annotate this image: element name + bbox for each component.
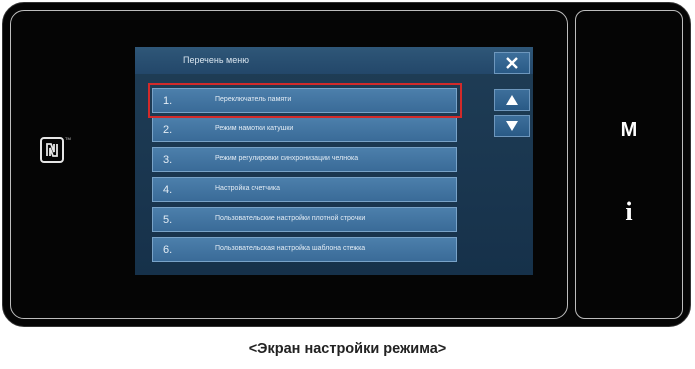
- menu-title: Перечень меню: [183, 55, 249, 65]
- menu-item-6[interactable]: 6. Пользовательская настройка шаблона ст…: [152, 237, 457, 262]
- side-key-panel: M i: [575, 10, 683, 319]
- scroll-down-button[interactable]: [494, 115, 530, 137]
- item-number: 3.: [163, 154, 173, 166]
- selection-highlight: [148, 83, 462, 118]
- close-icon: [506, 57, 518, 69]
- nfc-icon: [40, 137, 64, 163]
- menu-header: Перечень меню: [135, 47, 533, 74]
- menu-item-5[interactable]: 5. Пользовательские настройки плотной ст…: [152, 207, 457, 232]
- item-number: 6.: [163, 244, 173, 256]
- item-label: Настройка счетчика: [215, 185, 281, 192]
- info-key-button[interactable]: i: [576, 197, 682, 227]
- m-key-button[interactable]: M: [576, 119, 682, 142]
- item-label: Режим регулировки синхронизации челнока: [215, 155, 359, 162]
- menu-item-4[interactable]: 4. Настройка счетчика: [152, 177, 457, 202]
- menu-item-2[interactable]: 2. Режим намотки катушки: [152, 117, 457, 142]
- arrow-down-icon: [506, 121, 518, 131]
- item-label: Пользовательская настройка шаблона стежк…: [215, 245, 366, 252]
- arrow-up-icon: [506, 95, 518, 105]
- item-number: 4.: [163, 184, 173, 196]
- item-number: 5.: [163, 214, 173, 226]
- scroll-up-button[interactable]: [494, 89, 530, 111]
- menu-item-3[interactable]: 3. Режим регулировки синхронизации челно…: [152, 147, 457, 172]
- close-button[interactable]: [494, 52, 530, 74]
- item-number: 2.: [163, 124, 173, 136]
- item-label: Пользовательские настройки плотной строч…: [215, 215, 366, 222]
- item-label: Режим намотки катушки: [215, 125, 294, 132]
- figure-caption: <Экран настройки режима>: [248, 341, 447, 357]
